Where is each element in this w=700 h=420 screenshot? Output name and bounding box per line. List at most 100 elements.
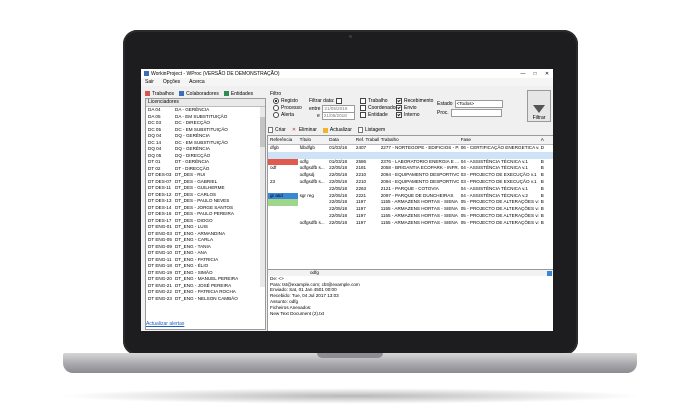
- maximize-icon[interactable]: □: [529, 69, 541, 78]
- filtrar-data[interactable]: Filtrar data:: [309, 98, 343, 104]
- left-scrollbar[interactable]: [260, 107, 265, 287]
- menu-sair[interactable]: Sair: [145, 79, 154, 85]
- radio-alerta[interactable]: Alerta: [273, 112, 294, 118]
- check-trabalho-box[interactable]: [360, 98, 366, 104]
- table-cell: 05 - PROJECTO DE ALTERAÇÕES v.5: [460, 206, 539, 212]
- column-header[interactable]: Data: [327, 136, 354, 144]
- check-coordenador[interactable]: Coordenador: [360, 105, 397, 111]
- check-envio[interactable]: Envio: [396, 105, 417, 111]
- table-row[interactable]: odfgsdfb s... 22/05/18 1197 1155 - ARMAZENS…: [268, 220, 553, 227]
- check-recebimento-box[interactable]: [396, 98, 402, 104]
- minimize-icon[interactable]: —: [517, 69, 529, 78]
- radio-processo-control[interactable]: [273, 105, 279, 111]
- table-cell: B: [540, 158, 544, 164]
- menu-opcoes[interactable]: Opções: [163, 79, 180, 85]
- table-cell: [268, 199, 298, 207]
- table-cell: odfgsdfb s...: [299, 165, 325, 171]
- table-cell: odfgsdfb s...: [299, 178, 325, 184]
- licenciador-row[interactable]: DT ENG-23 DT_ENG - NELSON CAMBÃO: [146, 296, 265, 303]
- table-header: ReferênciaTítuloDataRef. TrabalhoTrabalh…: [268, 136, 553, 145]
- estado-label: Estado: [437, 101, 453, 107]
- table-row[interactable]: odf odfgsdfb s... 22/05/18 2181 2058 - BRIGA…: [268, 165, 553, 172]
- radio-processo[interactable]: Processo: [273, 105, 302, 111]
- e-label: e: [317, 113, 320, 119]
- column-header[interactable]: Fase: [459, 136, 539, 144]
- table-cell: 05 - PROJECTO DE ALTERAÇÕES v.5: [460, 212, 539, 218]
- table-cell: 1155 - ARMAZENS HORTAS - SIENA: [380, 212, 458, 218]
- laptop-notch: [317, 353, 383, 358]
- table-row[interactable]: dfgb fdbdfgb 01/03/18 2407 2277 - NORTEGOPE …: [268, 145, 553, 152]
- actualizar-label: Actualizar: [329, 127, 352, 133]
- column-header[interactable]: A: [539, 136, 553, 144]
- actualizar-alertas-link[interactable]: Actualizar alertas: [146, 321, 184, 327]
- date-to-input[interactable]: 21/05/2018: [321, 112, 355, 120]
- table-row[interactable]: 22/05/18 2263 2121 - PARQUE - COTOVIA 04 - …: [268, 186, 553, 193]
- table-cell: 1155 - ARMAZENS HORTAS - SIENA: [380, 219, 458, 225]
- column-header[interactable]: Título: [298, 136, 328, 144]
- listagem-button[interactable]: Listagem: [357, 127, 385, 133]
- table-cell: dfgb: [270, 145, 279, 150]
- table-cell: B: [540, 199, 544, 205]
- check-entidade-label: Entidade: [368, 112, 388, 118]
- criar-button[interactable]: Criar: [268, 127, 286, 133]
- entidades-button[interactable]: Entidades: [223, 91, 253, 97]
- menu-acerca[interactable]: Acerca: [189, 79, 205, 85]
- table-cell: 2586: [355, 158, 367, 164]
- check-trabalho-label: Trabalho: [368, 98, 388, 104]
- filtrar-button[interactable]: Filtrar: [527, 90, 551, 122]
- table-row[interactable]: gr asd sgr reg 22/05/18 2221 2097 - PARQUE D…: [268, 192, 553, 200]
- list-icon: [357, 127, 363, 133]
- check-coordenador-box[interactable]: [360, 105, 366, 111]
- table-cell: 2094 - EQUIPAMENTO DESPORTIVO: [380, 172, 459, 178]
- table-row[interactable]: 23 odfgsdfb s... 22/05/18 2210 2094 - EQUIPA…: [268, 179, 553, 186]
- check-trabalho[interactable]: Trabalho: [360, 98, 388, 104]
- radio-registo[interactable]: Registo: [273, 98, 298, 104]
- colaboradores-button[interactable]: Colaboradores: [179, 91, 219, 97]
- column-header[interactable]: Trabalho: [379, 136, 459, 144]
- check-interno-box[interactable]: [396, 112, 402, 118]
- table-row[interactable]: 22/05/18 1197 1155 - ARMAZENS HORTAS - SIE…: [268, 213, 553, 220]
- filtrar-data-checkbox[interactable]: [336, 98, 343, 104]
- table-cell: 2210: [355, 178, 367, 184]
- table-row[interactable]: odfg 01/03/18 2586 2376 - LABORATORIO ENERG…: [268, 158, 553, 166]
- mail-icon[interactable]: [547, 270, 552, 276]
- column-header[interactable]: Referência: [268, 136, 298, 144]
- check-recebimento[interactable]: Recebimento: [396, 98, 433, 104]
- window-controls: — □ ✕: [517, 69, 553, 78]
- column-header[interactable]: Ref. Trabalho: [354, 136, 379, 144]
- close-icon[interactable]: ✕: [541, 69, 553, 78]
- table-row[interactable]: odfgsdj 22/05/18 2210 2094 - EQUIPAMENTO DE…: [268, 172, 553, 179]
- check-interno[interactable]: Interno: [396, 112, 420, 118]
- table-cell: 22/05/18: [329, 206, 348, 212]
- table-cell: 1197: [355, 212, 366, 218]
- filtrar-label: Filtrar: [532, 115, 546, 121]
- table-cell: sgr reg: [299, 192, 314, 198]
- check-envio-box[interactable]: [396, 105, 402, 111]
- table-cell: odf: [270, 165, 277, 171]
- table-cell: 2181: [355, 165, 367, 171]
- table-row[interactable]: 22/05/18 1197 1155 - ARMAZENS HORTAS - SIE…: [268, 206, 553, 213]
- trabalhos-label: Trabalhos: [152, 90, 175, 97]
- table-cell: 2210: [355, 172, 367, 178]
- table-cell: 2094 - EQUIPAMENTO DESPORTIVO: [380, 178, 459, 184]
- check-entidade-box[interactable]: [360, 112, 366, 118]
- title-bar: WorkinProject - WProc (VERSÃO DE DEMONST…: [141, 69, 553, 78]
- trabalhos-icon: [145, 91, 150, 96]
- table-row[interactable]: [268, 151, 553, 159]
- radio-alerta-control[interactable]: [273, 112, 279, 118]
- radio-registo-control[interactable]: [273, 98, 279, 104]
- eliminar-button[interactable]: ✕ Eliminar: [292, 127, 317, 133]
- table-row[interactable]: 22/05/18 1197 1155 - ARMAZENS HORTAS - SIE…: [268, 199, 553, 207]
- filtrar-data-label: Filtrar data:: [309, 98, 335, 104]
- table-cell: 2277 - NORTEGOPE - EDIFICIOS - P...: [380, 145, 459, 150]
- actions-bar: Criar ✕ Eliminar Actualizar Listagem: [268, 126, 385, 134]
- proc-input[interactable]: [450, 109, 502, 117]
- radio-alerta-label: Alerta: [281, 112, 295, 118]
- estado-select[interactable]: <Todos>: [454, 100, 503, 108]
- table-cell: 22/05/18: [329, 185, 348, 191]
- check-entidade[interactable]: Entidade: [360, 112, 388, 118]
- filter-panel: Filtro Registo Processo Alerta Filtrar d…: [267, 90, 553, 130]
- actualizar-button[interactable]: Actualizar: [322, 127, 352, 133]
- table-cell: [268, 220, 298, 227]
- trabalhos-button[interactable]: Trabalhos: [145, 91, 174, 97]
